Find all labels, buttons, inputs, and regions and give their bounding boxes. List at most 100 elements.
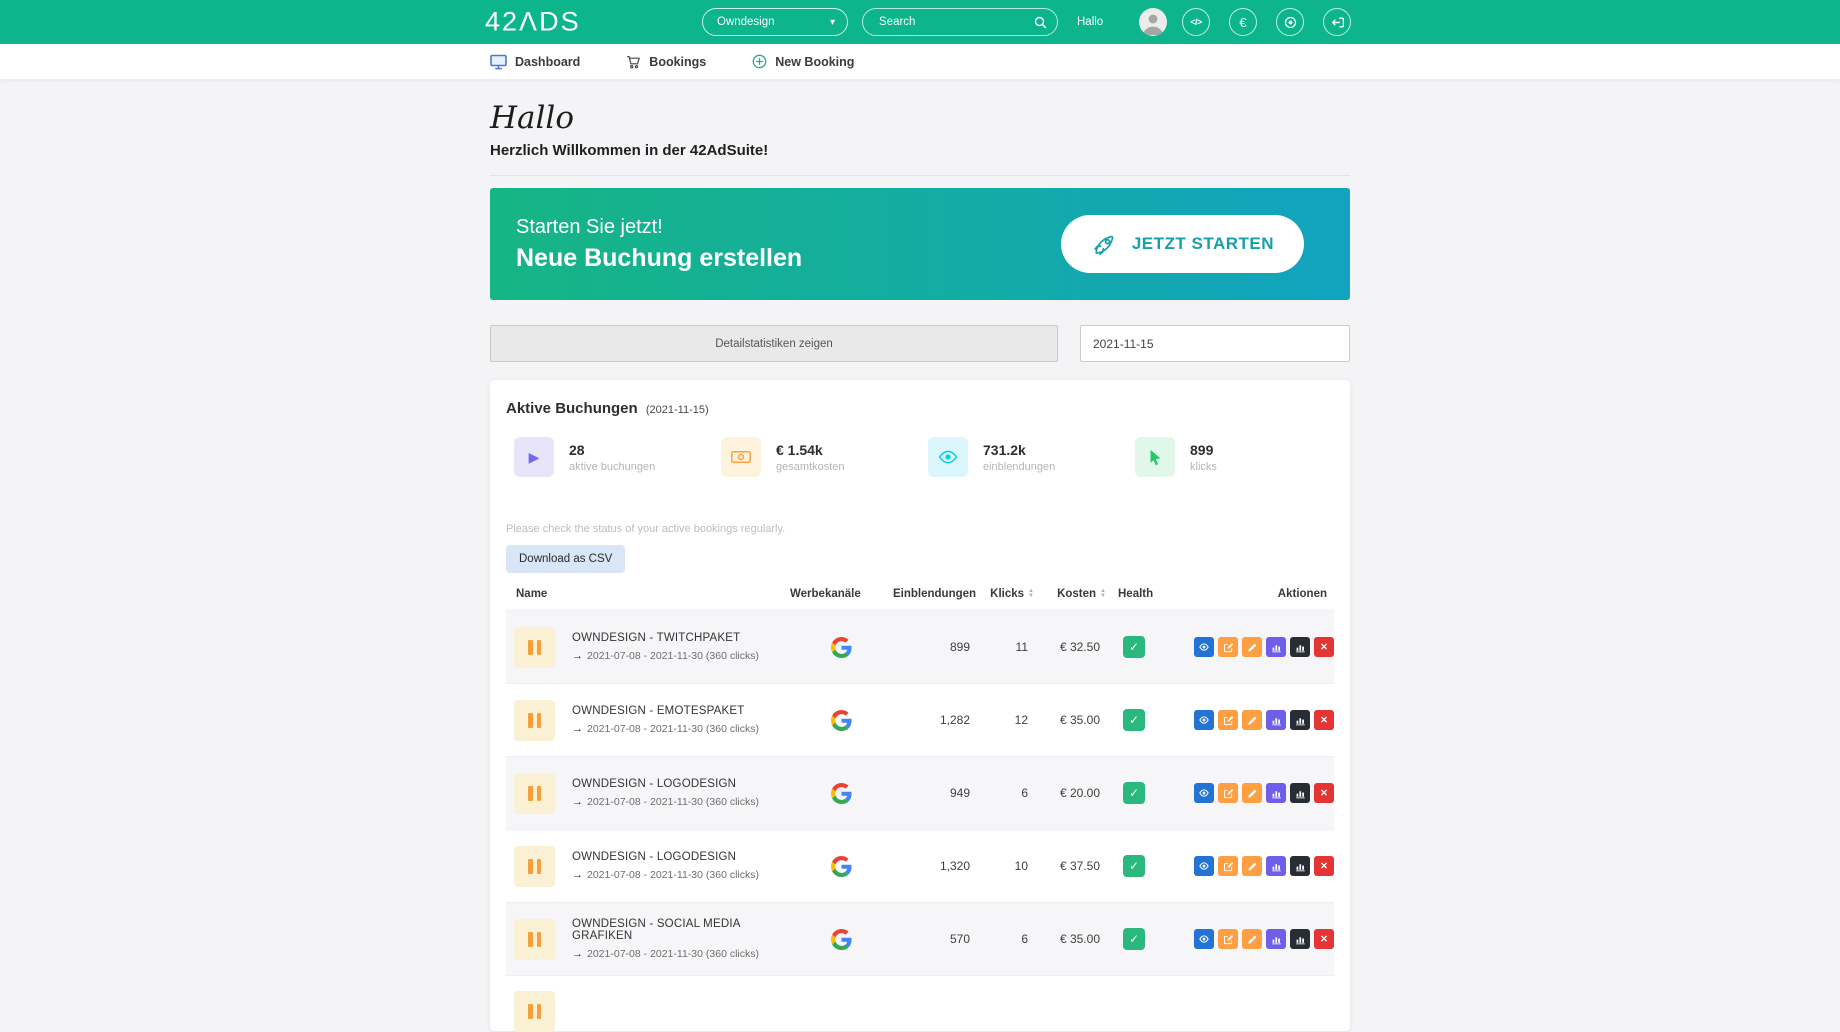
controls-row: Detailstatistiken zeigen [490, 325, 1350, 362]
billing-button[interactable]: € [1229, 8, 1257, 36]
banner-title: Neue Buchung erstellen [516, 243, 803, 272]
eye-icon [928, 437, 968, 477]
start-now-button[interactable]: JETZT STARTEN [1060, 215, 1304, 273]
sort-down-icon: ▼ [1100, 592, 1106, 599]
arrow-right-icon: → [572, 723, 583, 735]
search-box[interactable] [862, 8, 1058, 36]
stats-button[interactable] [1266, 856, 1286, 876]
close-icon: ✕ [1320, 641, 1328, 653]
date-input[interactable] [1080, 325, 1350, 362]
check-icon: ✓ [1128, 932, 1140, 946]
edit-button[interactable] [1218, 637, 1238, 657]
delete-button[interactable]: ✕ [1314, 710, 1334, 730]
search-input[interactable] [877, 15, 1034, 29]
stat-active-bookings: ▶ 28 aktive buchungen [506, 437, 713, 477]
sort-icon[interactable]: ▲ ▼ [1028, 588, 1034, 599]
row-actions: ✕ [1166, 783, 1334, 803]
booking-period: → 2021-07-08 - 2021-11-30 (360 clicks) [572, 948, 790, 960]
delete-button[interactable]: ✕ [1314, 929, 1334, 949]
client-dropdown-value: Owndesign [717, 16, 775, 28]
header-klicks[interactable]: Klicks ▲ ▼ [978, 588, 1038, 600]
main-nav: Dashboard Bookings New Booking [0, 44, 1840, 80]
booking-period: → 2021-07-08 - 2021-11-30 (360 clicks) [572, 869, 790, 881]
logout-button[interactable] [1323, 8, 1351, 36]
download-csv-button[interactable]: Download as CSV [506, 545, 626, 573]
eye-icon [1199, 643, 1209, 651]
report-button[interactable] [1290, 783, 1310, 803]
nav-item-dashboard[interactable]: Dashboard [490, 54, 580, 70]
pause-status-icon[interactable] [514, 845, 555, 887]
view-button[interactable] [1194, 710, 1214, 730]
nav-label: Bookings [649, 54, 707, 69]
client-dropdown[interactable]: Owndesign ▾ [702, 8, 848, 36]
health-ok-button[interactable]: ✓ [1123, 782, 1145, 804]
stat-value: 28 [569, 441, 585, 458]
health-ok-button[interactable]: ✓ [1123, 636, 1145, 658]
main-content: Hallo Herzlich Willkommen in der 42AdSui… [490, 100, 1350, 1032]
bar-chart-icon [1271, 790, 1281, 798]
sort-icon[interactable]: ▲ ▼ [1100, 588, 1106, 599]
card-title-date: (2021-11-15) [645, 404, 709, 416]
avatar[interactable] [1139, 8, 1167, 36]
stats-row: ▶ 28 aktive buchungen € 1.54k gesamtkost… [506, 437, 1334, 477]
header-health: Health [1118, 587, 1154, 600]
view-button[interactable] [1194, 856, 1214, 876]
health-ok-button[interactable]: ✓ [1123, 855, 1145, 877]
edit-button[interactable] [1218, 783, 1238, 803]
pause-status-icon[interactable] [514, 918, 555, 960]
report-button[interactable] [1290, 637, 1310, 657]
search-icon[interactable] [1034, 16, 1047, 29]
pause-status-icon[interactable] [514, 991, 555, 1032]
stats-button[interactable] [1266, 783, 1286, 803]
edit-button[interactable] [1218, 710, 1238, 730]
active-bookings-card: Aktive Buchungen (2021-11-15) ▶ 28 aktiv… [490, 380, 1350, 1032]
pause-status-icon[interactable] [514, 626, 555, 668]
delete-button[interactable]: ✕ [1314, 856, 1334, 876]
table-row: OWNDESIGN - EMOTESPAKET → 2021-07-08 - 2… [506, 684, 1334, 757]
google-channel-icon [831, 855, 852, 877]
person-icon [1142, 14, 1164, 35]
note-button[interactable] [1242, 710, 1262, 730]
nav-item-new-booking[interactable]: New Booking [752, 54, 854, 69]
bar-chart-icon [1295, 717, 1305, 725]
header-kosten[interactable]: Kosten ▲ ▼ [1038, 588, 1110, 600]
note-button[interactable] [1242, 637, 1262, 657]
user-greeting: Hallo [1077, 16, 1104, 28]
view-button[interactable] [1194, 637, 1214, 657]
einblendungen-value: 1,320 [939, 859, 970, 873]
view-button[interactable] [1194, 929, 1214, 949]
nav-label: Dashboard [515, 54, 581, 69]
brand-logo[interactable]: 42ΛDS [485, 7, 581, 38]
bar-chart-icon [1271, 936, 1281, 944]
health-ok-button[interactable]: ✓ [1123, 709, 1145, 731]
stats-button[interactable] [1266, 637, 1286, 657]
bar-chart-icon [1295, 790, 1305, 798]
booking-name: OWNDESIGN - LOGODESIGN [572, 778, 737, 790]
note-button[interactable] [1242, 783, 1262, 803]
view-button[interactable] [1194, 783, 1214, 803]
edit-button[interactable] [1218, 856, 1238, 876]
nav-item-bookings[interactable]: Bookings [626, 55, 706, 69]
header-einblendungen: Einblendungen [893, 587, 977, 600]
pause-status-icon[interactable] [514, 772, 555, 814]
stats-button[interactable] [1266, 710, 1286, 730]
note-button[interactable] [1242, 856, 1262, 876]
card-title-text: Aktive Buchungen [506, 400, 638, 417]
stat-clicks: 899 klicks [1127, 437, 1334, 477]
detail-statistics-button[interactable]: Detailstatistiken zeigen [490, 325, 1058, 362]
report-button[interactable] [1290, 856, 1310, 876]
disc-button[interactable] [1276, 8, 1304, 36]
stats-button[interactable] [1266, 929, 1286, 949]
report-button[interactable] [1290, 929, 1310, 949]
report-button[interactable] [1290, 710, 1310, 730]
delete-button[interactable]: ✕ [1314, 637, 1334, 657]
edit-button[interactable] [1218, 929, 1238, 949]
health-ok-button[interactable]: ✓ [1123, 928, 1145, 950]
note-button[interactable] [1242, 929, 1262, 949]
pause-status-icon[interactable] [514, 699, 555, 741]
delete-button[interactable]: ✕ [1314, 783, 1334, 803]
klicks-value: 12 [1014, 713, 1028, 727]
code-button[interactable]: </> [1182, 8, 1210, 36]
bar-chart-icon [1295, 863, 1305, 871]
pencil-icon [1247, 862, 1256, 871]
